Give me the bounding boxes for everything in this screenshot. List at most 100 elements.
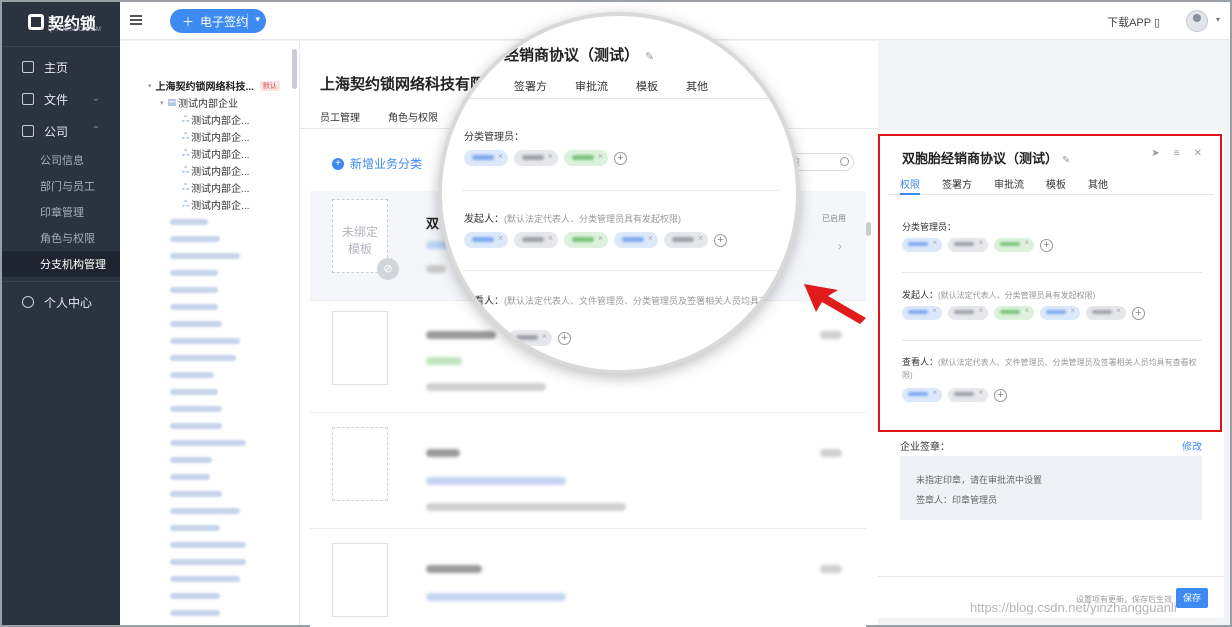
tree-node-internal[interactable]: ▾ ▤ 测试内部企业 xyxy=(120,94,299,111)
tree-node-blurred[interactable] xyxy=(120,400,299,417)
tree-node-blurred[interactable] xyxy=(120,281,299,298)
user-chip[interactable] xyxy=(1040,306,1080,320)
content-scrollbar[interactable] xyxy=(866,222,871,236)
org-icon: ஃ xyxy=(182,147,190,158)
main-tabs: 员工管理 角色与权限 xyxy=(320,109,438,124)
tree-node-blurred[interactable] xyxy=(120,468,299,485)
user-chip[interactable] xyxy=(948,238,988,252)
nav-sub-seals[interactable]: 印章管理 xyxy=(2,199,120,225)
tree-node-blurred[interactable] xyxy=(120,298,299,315)
category-card[interactable] xyxy=(310,419,866,529)
org-tree: ▾ 上海契约锁网络科技... 默认 ▾ ▤ 测试内部企业 ஃ 测试内部企... ஃ 测试内… xyxy=(120,41,300,625)
tree-node-blurred[interactable] xyxy=(120,434,299,451)
tree-node-blurred[interactable] xyxy=(120,485,299,502)
nav-item-company[interactable]: 公司 ⌃ xyxy=(2,115,120,147)
tree-node[interactable]: ஃ 测试内部企... xyxy=(120,179,299,196)
menu-collapse-icon[interactable] xyxy=(130,15,142,25)
add-user-icon[interactable]: + xyxy=(994,388,1007,402)
settings-icon[interactable]: ≡ xyxy=(1174,148,1180,159)
tree-node-blurred[interactable] xyxy=(120,587,299,604)
tab-permission[interactable]: 权限 xyxy=(900,176,920,191)
tree-node[interactable]: ஃ 测试内部企... xyxy=(120,111,299,128)
user-chip[interactable] xyxy=(902,238,942,252)
add-user-icon[interactable]: + xyxy=(558,331,571,345)
chevron-down-icon[interactable]: ▾ xyxy=(1216,15,1220,24)
chevron-right-icon[interactable]: › xyxy=(838,239,842,253)
user-chip[interactable] xyxy=(994,238,1034,252)
chevron-down-icon: ⌄ xyxy=(91,93,100,104)
magnified-title: 经销商协议（测试） ✎ xyxy=(504,47,655,64)
home-icon xyxy=(22,61,34,73)
tree-node-blurred[interactable] xyxy=(120,213,299,230)
tree-node-blurred[interactable] xyxy=(120,604,299,621)
e-sign-button[interactable]: ＋ 电子签约 ▾ xyxy=(170,9,266,33)
user-chip[interactable] xyxy=(948,388,988,402)
template-thumb xyxy=(332,427,388,501)
tree-node[interactable]: ஃ 测试内部企... xyxy=(120,128,299,145)
tree-node[interactable]: ஃ 测试内部企... xyxy=(120,196,299,213)
chevron-down-icon[interactable]: ▾ xyxy=(255,14,260,25)
edit-icon[interactable]: ✎ xyxy=(1062,155,1070,166)
tree-node-blurred[interactable] xyxy=(120,417,299,434)
tab-employees[interactable]: 员工管理 xyxy=(320,109,360,124)
tab-approval[interactable]: 审批流 xyxy=(994,176,1024,191)
org-icon: ஃ xyxy=(182,181,190,192)
user-chip[interactable] xyxy=(902,388,942,402)
avatar[interactable] xyxy=(1186,10,1208,32)
nav-sub-branches[interactable]: 分支机构管理 xyxy=(2,251,120,277)
user-chip[interactable] xyxy=(994,306,1034,320)
search-icon xyxy=(840,157,849,166)
tree-node-blurred[interactable] xyxy=(120,349,299,366)
tree-scrollbar[interactable] xyxy=(292,49,297,89)
add-user-icon[interactable]: + xyxy=(1132,306,1145,320)
tree-node-blurred[interactable] xyxy=(120,502,299,519)
edit-icon: ✎ xyxy=(645,51,655,63)
tree-node-blurred[interactable] xyxy=(120,570,299,587)
user-chip[interactable] xyxy=(902,306,942,320)
tab-roles[interactable]: 角色与权限 xyxy=(388,109,438,124)
user-chip[interactable] xyxy=(1086,306,1126,320)
template-thumb xyxy=(332,311,388,385)
nav-item-home[interactable]: 主页 xyxy=(2,51,120,83)
tree-node-blurred[interactable] xyxy=(120,332,299,349)
add-category-button[interactable]: + 新增业务分类 xyxy=(332,155,422,172)
user-chip[interactable] xyxy=(948,306,988,320)
tree-node[interactable]: ஃ 测试内部企... xyxy=(120,162,299,179)
tree-node-blurred[interactable] xyxy=(120,366,299,383)
tree-node-blurred[interactable] xyxy=(120,519,299,536)
org-icon: ஃ xyxy=(182,164,190,175)
tree-node-blurred[interactable] xyxy=(120,383,299,400)
unbind-icon[interactable]: ⊘ xyxy=(377,258,399,280)
download-app-link[interactable]: 下载APP ▯ xyxy=(1107,14,1160,30)
tree-node-blurred[interactable] xyxy=(120,451,299,468)
tab-other[interactable]: 其他 xyxy=(1088,176,1108,191)
panel-title: 双胞胎经销商协议（测试） ✎ xyxy=(902,151,1071,166)
tab-template[interactable]: 模板 xyxy=(1046,176,1066,191)
tab-signers[interactable]: 签署方 xyxy=(942,176,972,191)
nav-sub-departments[interactable]: 部门与员工 xyxy=(2,173,120,199)
add-user-icon[interactable]: + xyxy=(614,151,627,165)
template-thumb: 未绑定 模板 ⊘ xyxy=(332,199,399,280)
user-chip xyxy=(464,150,508,166)
add-user-icon[interactable]: + xyxy=(714,233,727,247)
save-button[interactable]: 保存 xyxy=(1176,588,1208,608)
tree-node-blurred[interactable] xyxy=(120,230,299,247)
tree-node-blurred[interactable] xyxy=(120,553,299,570)
tree-node[interactable]: ஃ 测试内部企... xyxy=(120,145,299,162)
nav-sub-roles[interactable]: 角色与权限 xyxy=(2,225,120,251)
tree-node-blurred[interactable] xyxy=(120,264,299,281)
add-user-icon[interactable]: + xyxy=(1040,238,1053,252)
send-icon[interactable]: ➤ xyxy=(1151,148,1159,159)
nav-item-personal[interactable]: 个人中心 xyxy=(2,286,120,318)
logo-icon xyxy=(28,14,44,30)
nav-item-files[interactable]: 文件 ⌄ xyxy=(2,83,120,115)
nav-sub-company-info[interactable]: 公司信息 xyxy=(2,147,120,173)
tree-node-blurred[interactable] xyxy=(120,536,299,553)
org-icon: ஃ xyxy=(182,113,190,124)
modify-link[interactable]: 修改 xyxy=(1182,438,1202,453)
tree-node-blurred[interactable] xyxy=(120,315,299,332)
tree-node-blurred[interactable] xyxy=(120,247,299,264)
category-card[interactable] xyxy=(310,535,866,627)
tree-node-root[interactable]: ▾ 上海契约锁网络科技... 默认 xyxy=(120,77,299,94)
close-icon[interactable]: ✕ xyxy=(1194,148,1202,159)
